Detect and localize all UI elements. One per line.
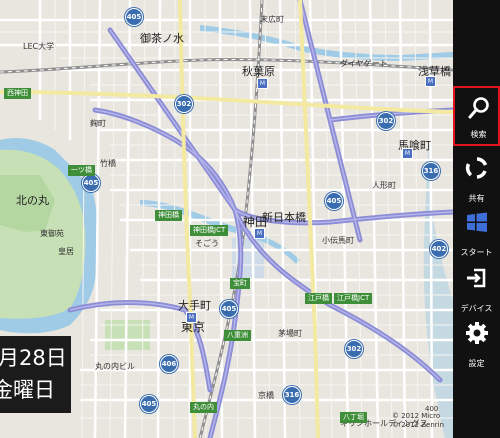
map-district-label: 秋葉原 xyxy=(242,65,275,78)
junction-label: 一ツ橋 xyxy=(68,165,95,176)
route-shield: 316 xyxy=(283,386,301,404)
route-shield: 406 xyxy=(160,355,178,373)
map-place-label: 京橋 xyxy=(258,391,274,400)
route-shield: 316 xyxy=(422,162,440,180)
search-icon xyxy=(468,97,489,119)
windows-start-icon xyxy=(467,212,487,232)
junction-label: 丸の内 xyxy=(190,402,217,413)
charm-label: 検索 xyxy=(470,130,487,139)
station-marker: M xyxy=(257,78,268,89)
map-place-label: 皇居 xyxy=(58,247,74,256)
junction-label: 八丁堀 xyxy=(340,412,367,423)
map-place-label: 丸の内ビル xyxy=(95,362,135,371)
clock-date: 月28日 xyxy=(0,346,67,370)
map-district-label: 北の丸 xyxy=(16,194,49,207)
station-marker: M xyxy=(186,312,197,323)
junction-label: 八重洲 xyxy=(224,330,251,341)
junction-label: 江戸橋 xyxy=(305,293,332,304)
route-shield: 302 xyxy=(377,112,395,130)
charm-settings[interactable]: 設定 xyxy=(453,313,500,373)
junction-label: 江戸橋JCT xyxy=(334,293,373,304)
route-shield: 302 xyxy=(175,95,193,113)
charm-search[interactable]: 検索 xyxy=(453,86,500,146)
map-place-label: 東御苑 xyxy=(40,229,64,238)
map-place-label: 茅場町 xyxy=(278,329,302,338)
map-copyright: © 2012 Micro © 2012 Zenrin xyxy=(392,412,444,430)
copyright-microsoft: © 2012 Micro xyxy=(392,412,441,420)
charm-share[interactable]: 共有 xyxy=(453,148,500,208)
map-place-label: そごう xyxy=(195,239,219,248)
junction-label: 西神田 xyxy=(4,88,31,99)
route-shield: 405 xyxy=(220,300,238,318)
map-place-label: 麹町 xyxy=(90,119,106,128)
route-shield: 405 xyxy=(140,395,158,413)
map-place-label: LEC大学 xyxy=(23,42,55,51)
junction-label: 宝町 xyxy=(230,278,250,289)
map-place-label: ダイヤゲート xyxy=(340,59,388,68)
station-marker: M xyxy=(425,76,436,87)
route-shield: 402 xyxy=(430,240,448,258)
charm-start[interactable]: スタート xyxy=(453,202,500,262)
share-icon xyxy=(465,157,488,179)
copyright-zenrin: © 2012 Zenrin xyxy=(392,421,445,429)
station-marker: M xyxy=(402,148,413,159)
charms-bar: 検索 共有 スタート デバイス 設定 xyxy=(453,0,500,438)
map-place-label: 末広町 xyxy=(260,15,284,24)
clock-weekday: 金曜日 xyxy=(0,378,55,402)
route-shield: 405 xyxy=(125,8,143,26)
devices-icon xyxy=(467,268,486,288)
route-shield: 405 xyxy=(82,174,100,192)
map-place-label: 人形町 xyxy=(372,181,396,190)
map-place-label: 竹橋 xyxy=(100,159,116,168)
charm-label: スタート xyxy=(460,248,493,257)
charm-label: 設定 xyxy=(468,359,485,368)
station-marker: M xyxy=(254,228,265,239)
clock-overlay: 月28日 金曜日 xyxy=(0,336,71,413)
map-district-label: 大手町 xyxy=(178,299,211,312)
map-place-label: 小伝馬町 xyxy=(322,236,354,245)
map-district-label: 御茶ノ水 xyxy=(140,32,184,45)
charm-devices[interactable]: デバイス xyxy=(453,258,500,318)
junction-label: 神田橋 xyxy=(155,210,182,221)
route-shield: 302 xyxy=(345,340,363,358)
route-shield: 405 xyxy=(325,192,343,210)
map-district-label: 新日本橋 xyxy=(262,211,306,224)
gear-icon xyxy=(466,322,488,344)
junction-label: 神田橋JCT xyxy=(190,225,229,236)
